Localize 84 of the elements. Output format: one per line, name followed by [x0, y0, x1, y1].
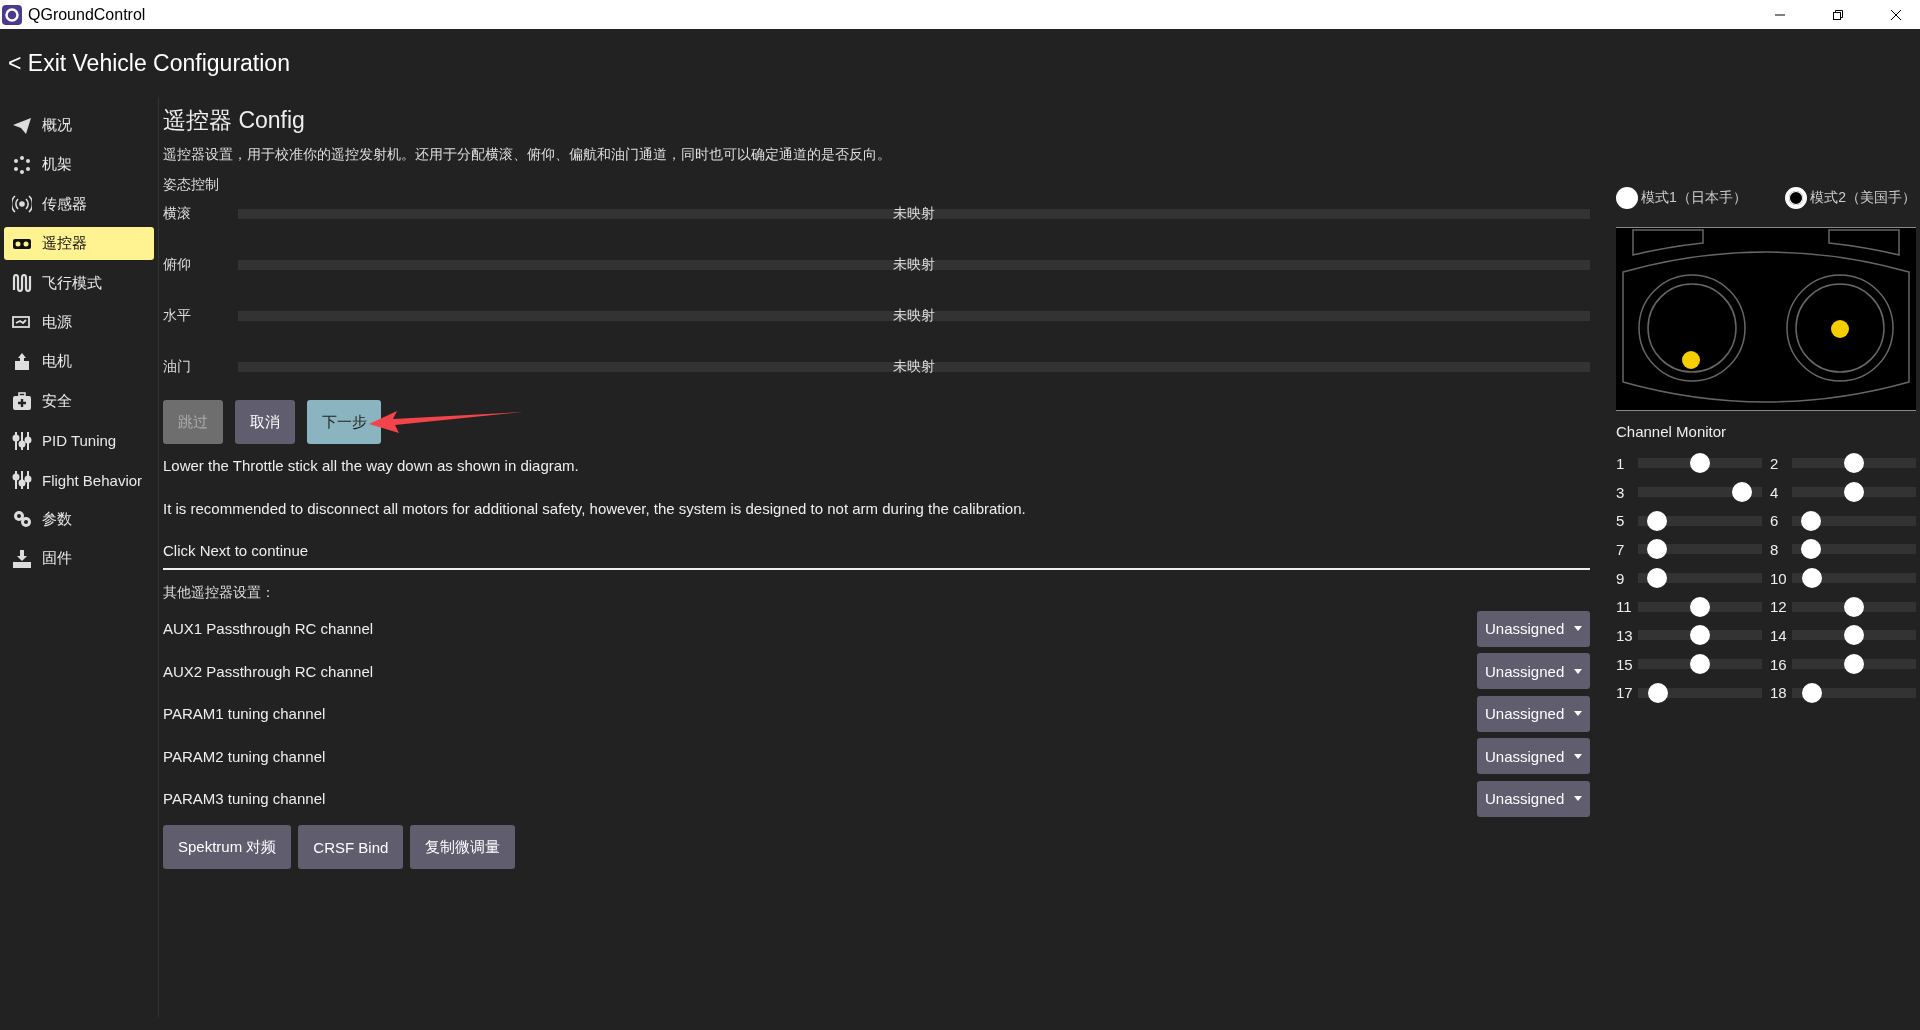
sidebar-item[interactable]: 电源 [4, 305, 154, 339]
exit-configuration-link[interactable]: < Exit Vehicle Configuration [8, 49, 290, 77]
channel-reading: 未映射 [893, 357, 935, 376]
sidebar-item[interactable]: 参数 [4, 502, 154, 536]
motor-icon [12, 351, 32, 372]
wizard-button[interactable]: 下一步 [307, 400, 381, 444]
channel-number: 16 [1770, 655, 1788, 673]
instruction-text: Lower the Throttle stick all the way down as shown in diagram. [163, 456, 580, 476]
window-title: QGroundControl [28, 5, 146, 24]
action-button[interactable]: Spektrum 对频 [163, 825, 292, 869]
caret-icon [1574, 796, 1582, 802]
setting-label: AUX1 Passthrough RC channel [163, 620, 374, 638]
channel-number: 15 [1616, 655, 1634, 673]
channel-number: 6 [1770, 512, 1780, 530]
action-button[interactable]: CRSF Bind [298, 825, 404, 869]
sidebar-item[interactable]: PID Tuning [4, 424, 154, 458]
radio-waves-icon [12, 194, 32, 215]
wave-icon [12, 273, 32, 294]
channel-number: 13 [1616, 626, 1634, 644]
channel-reading: 未映射 [893, 204, 935, 223]
setting-label: PARAM1 tuning channel [163, 705, 326, 723]
mode-radio[interactable] [1616, 187, 1638, 209]
channel-number: 8 [1770, 540, 1780, 558]
action-button[interactable]: 复制微调量 [410, 825, 516, 869]
channel-number: 7 [1616, 540, 1626, 558]
medkit-icon [12, 391, 32, 412]
channel-dropdown[interactable]: Unassigned [1477, 610, 1590, 647]
setting-label: AUX2 Passthrough RC channel [163, 662, 374, 680]
channel-label: 油门 [163, 357, 192, 376]
sliders-icon [12, 470, 32, 490]
channel-number: 1 [1616, 454, 1626, 472]
caret-icon [1574, 711, 1582, 717]
channel-reading: 未映射 [893, 306, 935, 325]
caret-icon [1574, 753, 1582, 759]
channel-number: 18 [1770, 684, 1788, 702]
channel-number: 4 [1770, 483, 1780, 501]
section-heading: 姿态控制 [163, 176, 220, 194]
description-text: 遥控器设置，用于校准你的遥控发射机。还用于分配横滚、俯仰、偏航和油门通道，同时也可以确定通道的是否反向。 [163, 146, 892, 164]
sidebar-item[interactable]: Flight Behavior [4, 463, 154, 497]
caret-icon [1574, 626, 1582, 632]
channel-number: 2 [1770, 454, 1780, 472]
caret-icon [1574, 668, 1582, 674]
mode-label: 模式1（日本手） [1641, 189, 1747, 207]
channel-number: 12 [1770, 598, 1788, 616]
download-icon [12, 548, 32, 569]
gears-icon [12, 509, 32, 530]
section-heading: 其他遥控器设置： [163, 583, 276, 602]
channel-number: 10 [1770, 569, 1788, 587]
sidebar-item[interactable]: 传感器 [4, 187, 154, 221]
mode-radio[interactable] [1785, 187, 1808, 209]
dots-ring-icon [12, 154, 32, 175]
sidebar-item[interactable]: 电机 [4, 345, 154, 379]
setting-label: PARAM3 tuning channel [163, 790, 326, 808]
sidebar-item[interactable]: 固件 [4, 542, 154, 576]
channel-dropdown[interactable]: Unassigned [1477, 653, 1590, 690]
channel-label: 水平 [163, 306, 192, 325]
wizard-button[interactable]: 取消 [235, 400, 295, 444]
sidebar-item[interactable]: 概况 [4, 109, 154, 142]
sliders-icon [12, 430, 32, 451]
channel-label: 横滚 [163, 204, 192, 223]
sidebar-item[interactable]: 遥控器 [4, 227, 154, 261]
channel-number: 14 [1770, 626, 1788, 644]
sidebar-item[interactable]: 安全 [4, 384, 154, 418]
setting-label: PARAM2 tuning channel [163, 747, 326, 765]
channel-number: 9 [1616, 569, 1626, 587]
channel-number: 11 [1616, 598, 1633, 616]
channel-dropdown[interactable]: Unassigned [1477, 738, 1590, 775]
channel-number: 3 [1616, 483, 1626, 501]
channel-dropdown[interactable]: Unassigned [1477, 780, 1590, 817]
channel-label: 俯仰 [163, 255, 192, 274]
page-title: 遥控器 Config [163, 106, 306, 135]
instruction-text: Click Next to continue [163, 541, 310, 561]
channel-dropdown[interactable]: Unassigned [1477, 695, 1590, 732]
restore-icon[interactable] [1832, 8, 1844, 21]
sidebar-item[interactable]: 飞行模式 [4, 266, 154, 300]
mode-label: 模式2（美国手） [1810, 189, 1916, 207]
instruction-text: It is recommended to disconnect all motors for additional safety, however, the system is designed to not arm during the calibration. [163, 498, 1027, 519]
paper-plane-icon [12, 115, 32, 136]
channel-number: 17 [1616, 684, 1634, 702]
channel-number: 5 [1616, 512, 1626, 530]
channel-reading: 未映射 [893, 255, 935, 274]
channel-monitor-title: Channel Monitor [1616, 423, 1728, 442]
sidebar-item[interactable]: 机架 [4, 148, 154, 182]
close-icon[interactable] [1890, 8, 1902, 21]
